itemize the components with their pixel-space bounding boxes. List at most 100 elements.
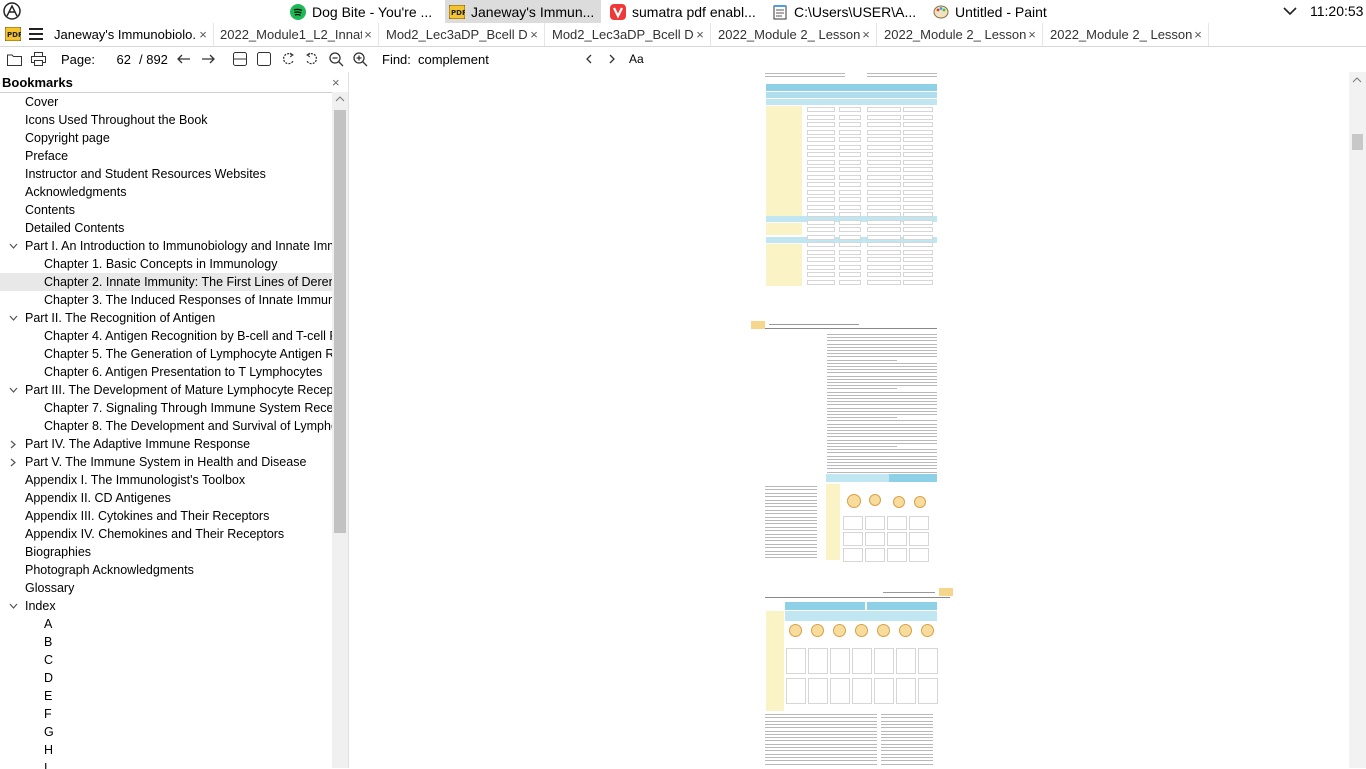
- bookmark-item[interactable]: Detailed Contents: [0, 219, 332, 237]
- text-line: [827, 398, 937, 399]
- chevron-down-icon[interactable]: [1281, 3, 1299, 19]
- scroll-up-icon[interactable]: [1352, 77, 1362, 83]
- next-page-icon[interactable]: [200, 51, 216, 67]
- taskbar-app-sumatra[interactable]: PDF Janeway's Immun...: [445, 0, 601, 23]
- chevron-down-icon[interactable]: [8, 597, 18, 615]
- find-next-icon[interactable]: [604, 51, 620, 67]
- bookmark-item[interactable]: Appendix I. The Immunologist's Toolbox: [0, 471, 332, 489]
- text-line: [827, 462, 937, 463]
- tab-title: Mod2_Lec3aDP_Bcell D...: [386, 27, 528, 42]
- close-icon[interactable]: ×: [332, 75, 340, 90]
- bookmark-item[interactable]: C: [0, 651, 332, 669]
- bookmark-item[interactable]: A: [0, 615, 332, 633]
- bookmark-item[interactable]: Contents: [0, 201, 332, 219]
- bookmark-item[interactable]: Icons Used Throughout the Book: [0, 111, 332, 129]
- bookmark-item[interactable]: Instructor and Student Resources Website…: [0, 165, 332, 183]
- bookmark-item[interactable]: Chapter 1. Basic Concepts in Immunology: [0, 255, 332, 273]
- text-line: [765, 760, 877, 762]
- panel-splitter[interactable]: [348, 72, 355, 768]
- document-scrollbar[interactable]: [1349, 72, 1366, 768]
- page-number-input[interactable]: [97, 50, 135, 68]
- bookmark-item[interactable]: Chapter 4. Antigen Recognition by B-cell…: [0, 327, 332, 345]
- single-page-layout-icon[interactable]: [256, 51, 272, 67]
- bookmark-item[interactable]: Acknowledgments: [0, 183, 332, 201]
- chevron-down-icon[interactable]: [8, 237, 18, 255]
- menu-icon[interactable]: [29, 28, 43, 40]
- bookmark-item[interactable]: Chapter 5. The Generation of Lymphocyte …: [0, 345, 332, 363]
- document-view[interactable]: [355, 72, 1349, 768]
- bookmark-item[interactable]: F: [0, 705, 332, 723]
- rotate-left-icon[interactable]: [280, 51, 296, 67]
- bookmark-item[interactable]: Part I. An Introduction to Immunobiology…: [0, 237, 332, 255]
- close-icon[interactable]: ×: [860, 27, 872, 42]
- bookmark-item[interactable]: Part IV. The Adaptive Immune Response: [0, 435, 332, 453]
- bookmarks-scroll-thumb[interactable]: [334, 110, 346, 533]
- bookmark-item[interactable]: Chapter 3. The Induced Responses of Inna…: [0, 291, 332, 309]
- chevron-right-icon[interactable]: [8, 435, 18, 453]
- bookmark-item[interactable]: Preface: [0, 147, 332, 165]
- bookmark-item[interactable]: D: [0, 669, 332, 687]
- taskbar-app-spotify[interactable]: Dog Bite - You're ...: [286, 0, 434, 23]
- find-previous-icon[interactable]: [581, 51, 597, 67]
- bookmark-item[interactable]: Glossary: [0, 579, 332, 597]
- bookmark-item[interactable]: Chapter 2. Innate Immunity: The First Li…: [0, 273, 332, 291]
- tab-document[interactable]: 2022_Module 2_ Lesson... ×: [712, 23, 877, 46]
- close-icon[interactable]: ×: [362, 27, 374, 42]
- previous-page-icon[interactable]: [176, 51, 192, 67]
- tab-document[interactable]: 2022_Module1_L2_Innat... ×: [214, 23, 379, 46]
- bookmark-item[interactable]: Appendix IV. Chemokines and Their Recept…: [0, 525, 332, 543]
- table-cell: [807, 107, 835, 112]
- document-scroll-thumb[interactable]: [1352, 134, 1363, 150]
- chevron-down-icon[interactable]: [8, 381, 18, 399]
- close-icon[interactable]: ×: [1192, 27, 1204, 42]
- match-case-toggle[interactable]: Aa: [629, 52, 644, 66]
- bookmark-item[interactable]: Copyright page: [0, 129, 332, 147]
- text-line: [827, 401, 937, 403]
- chevron-down-icon[interactable]: [8, 309, 18, 327]
- bookmark-item[interactable]: E: [0, 687, 332, 705]
- bookmark-item[interactable]: Index: [0, 597, 332, 615]
- bookmark-item[interactable]: Cover: [0, 93, 332, 111]
- scroll-up-icon[interactable]: [335, 96, 345, 102]
- close-icon[interactable]: ×: [528, 27, 540, 42]
- bookmark-item[interactable]: Part II. The Recognition of Antigen: [0, 309, 332, 327]
- print-icon[interactable]: [30, 51, 46, 67]
- close-icon[interactable]: ×: [1026, 27, 1038, 42]
- tab-document[interactable]: Janeway's Immunobiolo... ×: [48, 23, 214, 46]
- sumatra-pdf-icon[interactable]: PDF: [5, 27, 21, 41]
- zoom-in-icon[interactable]: [352, 51, 368, 67]
- tab-document[interactable]: Mod2_Lec3aDP_Bcell D... ×: [380, 23, 545, 46]
- taskbar-app-paint[interactable]: Untitled - Paint: [929, 0, 1083, 23]
- app-label: Janeway's Immun...: [471, 3, 595, 20]
- bookmark-item[interactable]: H: [0, 741, 332, 759]
- taskbar-app-vivaldi[interactable]: sumatra pdf enabl...: [606, 0, 756, 23]
- bookmark-item[interactable]: Chapter 8. The Development and Survival …: [0, 417, 332, 435]
- tab-document[interactable]: Mod2_Lec3aDP_Bcell D... ×: [546, 23, 711, 46]
- close-icon[interactable]: ×: [197, 27, 209, 42]
- table-cell: [808, 648, 828, 674]
- find-input[interactable]: [414, 50, 572, 68]
- tab-document[interactable]: 2022_Module 2_ Lesson... ×: [878, 23, 1043, 46]
- bookmark-item[interactable]: Part III. The Development of Mature Lymp…: [0, 381, 332, 399]
- launcher-logo-icon[interactable]: [3, 2, 21, 20]
- chevron-right-icon[interactable]: [8, 453, 18, 471]
- bookmark-item[interactable]: Part V. The Immune System in Health and …: [0, 453, 332, 471]
- tab-title: Janeway's Immunobiolo...: [54, 27, 197, 42]
- bookmark-item[interactable]: Appendix II. CD Antigenes: [0, 489, 332, 507]
- zoom-out-icon[interactable]: [328, 51, 344, 67]
- table-cell: [839, 264, 861, 270]
- open-folder-icon[interactable]: [6, 51, 22, 67]
- bookmark-item[interactable]: Chapter 6. Antigen Presentation to T Lym…: [0, 363, 332, 381]
- bookmark-item[interactable]: Photograph Acknowledgments: [0, 561, 332, 579]
- close-icon[interactable]: ×: [694, 27, 706, 42]
- tab-document[interactable]: 2022_Module 2_ Lesson... ×: [1044, 23, 1209, 46]
- bookmark-item[interactable]: Appendix III. Cytokines and Their Recept…: [0, 507, 332, 525]
- rotate-right-icon[interactable]: [304, 51, 320, 67]
- bookmark-item[interactable]: Chapter 7. Signaling Through Immune Syst…: [0, 399, 332, 417]
- bookmark-item[interactable]: G: [0, 723, 332, 741]
- taskbar-app-notepad[interactable]: C:\Users\USER\A...: [768, 0, 920, 23]
- bookmark-item[interactable]: B: [0, 633, 332, 651]
- bookmark-item[interactable]: Biographies: [0, 543, 332, 561]
- table-cell: [867, 234, 901, 240]
- continuous-layout-icon[interactable]: [232, 51, 248, 67]
